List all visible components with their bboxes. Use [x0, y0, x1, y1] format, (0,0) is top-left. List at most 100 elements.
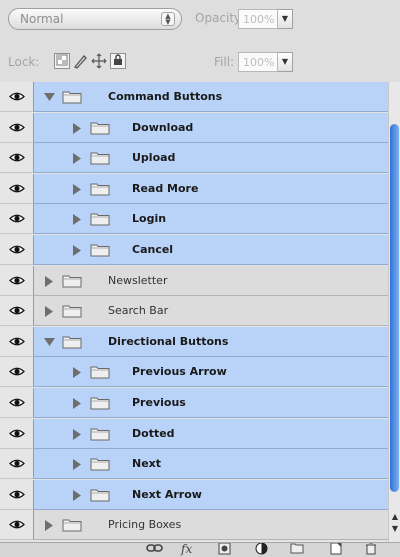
eye-icon[interactable] — [0, 204, 34, 234]
layer-name: Directional Buttons — [108, 335, 229, 348]
layer-row[interactable]: Next — [0, 449, 388, 479]
folder-icon — [90, 182, 110, 199]
layer-row[interactable]: Newsletter — [0, 266, 388, 296]
eye-icon[interactable] — [0, 266, 34, 296]
layer-row[interactable]: Download — [0, 113, 388, 143]
triangle-right-icon[interactable] — [72, 214, 82, 228]
triangle-right-icon[interactable] — [72, 367, 82, 381]
eye-icon[interactable] — [0, 235, 34, 265]
folder-icon — [90, 396, 110, 413]
lock-transparency-icon[interactable] — [54, 53, 70, 69]
layer-content[interactable]: Previous — [34, 388, 388, 418]
scroll-thumb[interactable] — [390, 124, 399, 492]
triangle-right-icon[interactable] — [72, 153, 82, 167]
layers-scrollbar[interactable]: ▲ ▼ — [388, 82, 400, 542]
trash-icon[interactable] — [365, 543, 377, 557]
fx-icon[interactable]: fx — [181, 543, 192, 556]
layer-content[interactable]: Command Buttons — [34, 82, 388, 112]
blend-mode-value: Normal — [20, 12, 64, 26]
lock-all-icon[interactable] — [110, 53, 126, 69]
eye-icon[interactable] — [0, 174, 34, 204]
layer-row[interactable]: Cancel — [0, 235, 388, 265]
triangle-right-icon[interactable] — [72, 429, 82, 443]
eye-icon[interactable] — [0, 357, 34, 387]
triangle-down-icon[interactable] — [44, 337, 55, 350]
opacity-dropdown-button[interactable]: ▼ — [278, 9, 293, 29]
triangle-right-icon[interactable] — [44, 520, 54, 534]
layer-content[interactable]: Pricing Boxes — [34, 510, 388, 540]
layer-content[interactable]: Upload — [34, 143, 388, 173]
eye-icon[interactable] — [0, 296, 34, 326]
layer-name: Read More — [132, 182, 199, 195]
eye-icon[interactable] — [0, 388, 34, 418]
triangle-down-icon[interactable] — [44, 92, 55, 105]
layer-content[interactable]: Cancel — [34, 235, 388, 265]
layer-content[interactable]: Newsletter — [34, 266, 388, 296]
layer-name: Dotted — [132, 427, 175, 440]
folder-icon — [90, 427, 110, 444]
eye-icon[interactable] — [0, 449, 34, 479]
triangle-right-icon[interactable] — [44, 276, 54, 290]
layer-content[interactable]: Directional Buttons — [34, 327, 388, 357]
triangle-right-icon[interactable] — [44, 306, 54, 320]
folder-icon — [62, 274, 82, 291]
layer-row[interactable]: Next Arrow — [0, 480, 388, 510]
eye-icon[interactable] — [0, 510, 34, 540]
triangle-right-icon[interactable] — [72, 398, 82, 412]
folder-icon — [90, 151, 110, 168]
layer-row[interactable]: Command Buttons — [0, 82, 388, 112]
folder-icon — [90, 365, 110, 382]
layer-row[interactable]: Search Bar — [0, 296, 388, 326]
layer-row[interactable]: Directional Buttons — [0, 327, 388, 357]
eye-icon[interactable] — [0, 82, 34, 112]
layer-content[interactable]: Dotted — [34, 419, 388, 449]
layer-mask-icon[interactable] — [218, 543, 231, 557]
blend-options-bar: Normal ▲ ▼ Opacity: 100% ▼ — [0, 0, 400, 43]
layer-content[interactable]: Next Arrow — [34, 480, 388, 510]
layer-name: Next Arrow — [132, 488, 202, 501]
triangle-right-icon[interactable] — [72, 123, 82, 137]
layer-row[interactable]: Read More — [0, 174, 388, 204]
adjustment-layer-icon[interactable] — [255, 543, 268, 557]
lock-pixels-icon[interactable] — [73, 53, 89, 69]
eye-icon[interactable] — [0, 419, 34, 449]
layer-content[interactable]: Previous Arrow — [34, 357, 388, 387]
new-layer-icon[interactable] — [330, 543, 342, 557]
layer-content[interactable]: Login — [34, 204, 388, 234]
layer-row[interactable]: Previous Arrow — [0, 357, 388, 387]
eye-icon[interactable] — [0, 480, 34, 510]
layer-row[interactable]: Login — [0, 204, 388, 234]
triangle-right-icon[interactable] — [72, 490, 82, 504]
layers-panel: Normal ▲ ▼ Opacity: 100% ▼ Lock: Fill: 10… — [0, 0, 400, 557]
triangle-right-icon[interactable] — [72, 459, 82, 473]
layer-name: Login — [132, 212, 167, 225]
opacity-field[interactable]: 100% — [238, 9, 278, 29]
lock-position-icon[interactable] — [91, 53, 107, 69]
eye-icon[interactable] — [0, 143, 34, 173]
layer-row[interactable]: Pricing Boxes — [0, 510, 388, 540]
fill-field[interactable]: 100% — [238, 52, 278, 72]
triangle-right-icon[interactable] — [72, 184, 82, 198]
layer-content[interactable]: Search Bar — [34, 296, 388, 326]
layer-content[interactable]: Download — [34, 113, 388, 143]
folder-icon — [62, 304, 82, 321]
layer-row[interactable]: Previous — [0, 388, 388, 418]
layer-name: Upload — [132, 151, 176, 164]
blend-mode-select[interactable]: Normal ▲ ▼ — [8, 8, 182, 30]
layer-row[interactable]: Upload — [0, 143, 388, 173]
layer-name: Newsletter — [108, 274, 168, 287]
folder-icon — [90, 121, 110, 138]
new-group-icon[interactable] — [290, 543, 304, 557]
layer-name: Cancel — [132, 243, 174, 256]
layer-row[interactable]: Dotted — [0, 419, 388, 449]
scroll-down-icon[interactable]: ▼ — [391, 524, 399, 534]
eye-icon[interactable] — [0, 113, 34, 143]
fill-dropdown-button[interactable]: ▼ — [278, 52, 293, 72]
link-layers-icon[interactable] — [146, 543, 164, 557]
layer-content[interactable]: Next — [34, 449, 388, 479]
eye-icon[interactable] — [0, 327, 34, 357]
layers-list: Command Buttons Download Upload Read More Lo… — [0, 82, 388, 542]
triangle-right-icon[interactable] — [72, 245, 82, 259]
scroll-up-icon[interactable]: ▲ — [391, 512, 399, 522]
layer-content[interactable]: Read More — [34, 174, 388, 204]
